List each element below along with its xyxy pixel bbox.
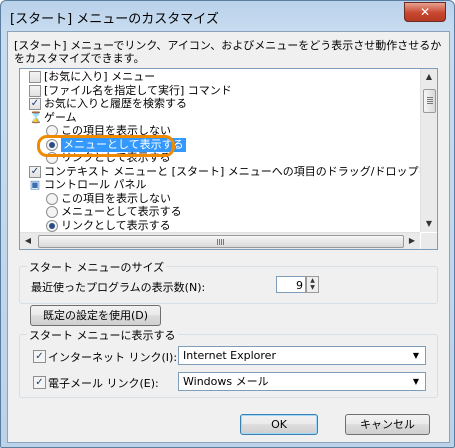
close-button[interactable]: ✕ — [404, 2, 446, 22]
spin-down-icon[interactable]: ▼ — [307, 284, 318, 291]
recent-programs-label: 最近使ったプログラムの表示数(N): — [31, 281, 206, 294]
option-radio[interactable] — [46, 192, 58, 205]
recent-programs-spinner[interactable]: ▲ ▼ — [306, 276, 319, 293]
list-item-label: [お気に入り] メニュー — [44, 70, 156, 83]
email-link-checkbox[interactable]: ✓ — [33, 376, 46, 389]
internet-link-label: インターネット リンク(I): — [48, 351, 178, 364]
internet-browser-select[interactable]: Internet Explorer ▼ — [178, 346, 426, 365]
window-title: [スタート] メニューのカスタマイズ — [10, 12, 219, 27]
horizontal-scroll-thumb[interactable] — [38, 235, 404, 248]
cancel-button[interactable]: キャンセル — [345, 414, 430, 435]
option-checkbox[interactable] — [29, 71, 41, 83]
scroll-right-arrow-icon[interactable]: ▶ — [404, 233, 420, 249]
vertical-scrollbar[interactable]: ▲ ▼ — [420, 69, 437, 232]
internet-link-checkbox[interactable]: ✓ — [33, 350, 46, 363]
email-client-value: Windows メール — [183, 375, 269, 388]
internet-browser-value: Internet Explorer — [183, 349, 276, 362]
list-item-label: リンクとして表示する — [61, 218, 171, 232]
options-listbox[interactable]: [お気に入り] メニュー [ファイル名を指定して実行] コマンド ✓ お気に入りと履歴… — [19, 68, 438, 250]
option-checkbox[interactable]: ✓ — [29, 165, 41, 178]
list-item-label: この項目を表示しない — [61, 191, 171, 205]
list-item-label: お気に入りと履歴を検索する — [44, 97, 187, 110]
option-radio[interactable] — [46, 219, 58, 232]
game-icon: ⌛ — [29, 110, 43, 124]
title-bar[interactable]: [スタート] メニューのカスタマイズ ✕ — [1, 1, 454, 31]
show-group-title: スタート メニューに表示する — [27, 327, 178, 343]
email-link-label: 電子メール リンク(E): — [48, 377, 159, 390]
spin-up-icon[interactable]: ▲ — [307, 277, 318, 284]
list-item-label: コントロール パネル — [44, 178, 147, 191]
recent-programs-input[interactable]: 9 — [276, 276, 306, 293]
scroll-corner — [421, 233, 437, 249]
control-panel-icon: ▣ — [29, 178, 41, 191]
list-item-label: コンテキスト メニューと [スタート] メニューへの項目のドラッグ/ドロップを有… — [44, 164, 420, 178]
chevron-down-icon[interactable]: ▼ — [409, 375, 423, 388]
ok-button[interactable]: OK — [240, 414, 318, 435]
option-radio[interactable] — [46, 206, 58, 218]
list-item-label: [ファイル名を指定して実行] コマンド — [44, 83, 232, 97]
chevron-down-icon[interactable]: ▼ — [409, 349, 423, 362]
size-group-title: スタート メニューのサイズ — [27, 259, 167, 275]
scroll-left-arrow-icon[interactable]: ◀ — [20, 233, 36, 249]
scroll-down-arrow-icon[interactable]: ▼ — [421, 216, 437, 232]
vertical-scroll-thumb[interactable] — [423, 89, 436, 113]
use-defaults-button[interactable]: 既定の設定を使用(D) — [30, 305, 161, 326]
option-checkbox[interactable] — [29, 84, 41, 97]
option-checkbox[interactable]: ✓ — [29, 98, 41, 110]
highlight-annotation-ring — [37, 135, 175, 157]
horizontal-scrollbar[interactable]: ◀ ▶ — [20, 232, 420, 249]
description-text: [スタート] メニューでリンク、アイコン、およびメニューをどう表示させ動作させる… — [14, 39, 442, 65]
scroll-up-arrow-icon[interactable]: ▲ — [421, 69, 437, 85]
list-item-label: ゲーム — [44, 110, 77, 124]
email-client-select[interactable]: Windows メール ▼ — [178, 372, 426, 391]
list-item-label: メニューとして表示する — [61, 205, 182, 218]
